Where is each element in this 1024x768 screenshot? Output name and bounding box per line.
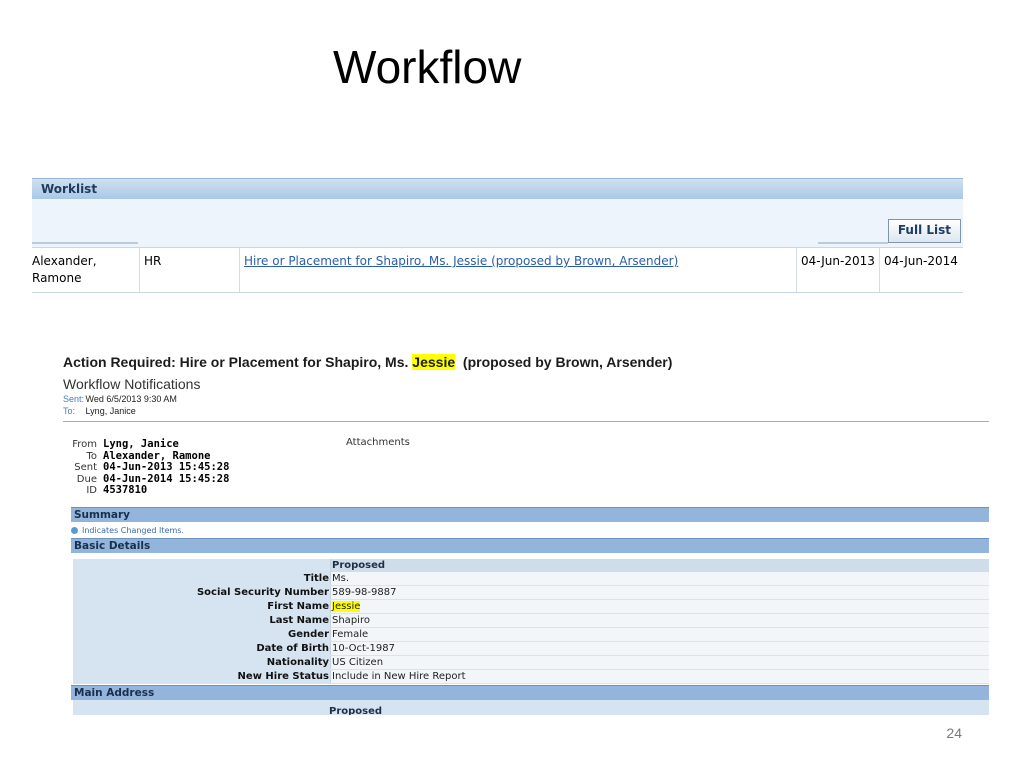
details-value-cell: US Citizen xyxy=(330,655,989,670)
sent-value: 04-Jun-2013 15:45:28 xyxy=(103,461,230,473)
from-value: Lyng, Janice xyxy=(103,438,179,450)
details-row: New Hire Status Include in New Hire Repo… xyxy=(73,669,989,684)
changed-items-note: Indicates Changed Items. xyxy=(71,522,989,538)
details-value-cell: Female xyxy=(330,627,989,642)
email-sent-line: Sent: Wed 6/5/2013 9:30 AM xyxy=(63,393,989,405)
main-address-proposed-header: Proposed xyxy=(329,706,383,715)
email-to-line: To: Lyng, Janice xyxy=(63,405,989,417)
details-label-cell: Date of Birth xyxy=(73,641,331,656)
full-list-button[interactable]: Full List xyxy=(887,219,961,243)
sent-label: Sent xyxy=(74,462,97,473)
id-value: 4537810 xyxy=(103,484,148,496)
details-row: First Name Jessie xyxy=(73,599,989,614)
details-row: Social Security Number 589-98-9887 xyxy=(73,585,989,600)
worklist-toolbar: Full List xyxy=(32,199,963,247)
worklist-type-cell: HR xyxy=(139,248,239,292)
slide-number: 24 xyxy=(946,725,962,741)
details-row: Date of Birth 10-Oct-1987 xyxy=(73,641,989,656)
basic-details-table: Proposed Title Ms. Social Security Numbe… xyxy=(73,559,989,684)
details-value-cell: 10-Oct-1987 xyxy=(330,641,989,656)
email-to-label: To: xyxy=(63,406,76,416)
email-sent-value: Wed 6/5/2013 9:30 AM xyxy=(85,394,177,404)
notification-panel: Action Required: Hire or Placement for S… xyxy=(63,352,989,715)
details-label-cell: Last Name xyxy=(73,613,331,628)
main-address-table: Proposed xyxy=(73,700,989,715)
from-label: From xyxy=(72,439,97,450)
to-label: To xyxy=(86,450,97,462)
details-label-cell: Title xyxy=(73,572,331,586)
due-label: Due xyxy=(76,473,97,485)
worklist-sent-cell: 04-Jun-2013 xyxy=(796,248,879,292)
notification-subtitle: Workflow Notifications xyxy=(63,376,201,392)
notification-header-fields: From Lyng, Janice To Alexander, Ramone Sen… xyxy=(63,437,989,515)
to-value: Alexander, Ramone xyxy=(103,449,211,462)
divider xyxy=(63,421,989,422)
notification-title: Action Required: Hire or Placement for S… xyxy=(63,352,989,372)
details-row: Gender Female xyxy=(73,627,989,642)
slide-title: Workflow xyxy=(333,41,522,93)
basic-details-section-header: Basic Details xyxy=(71,538,989,553)
worklist-subject-cell: Hire or Placement for Shapiro, Ms. Jessi… xyxy=(239,248,796,292)
notification-title-prefix: Action Required: Hire or Placement for S… xyxy=(63,354,409,370)
info-dot-icon xyxy=(71,527,78,534)
id-label: ID xyxy=(86,485,97,496)
details-label-cell: Nationality xyxy=(73,655,331,670)
notification-title-highlight: Jessie xyxy=(412,354,456,370)
email-to-value: Lyng, Janice xyxy=(85,406,136,416)
column-marker xyxy=(818,242,888,244)
worklist-due-cell: 04-Jun-2014 xyxy=(879,248,963,292)
attachments-label: Attachments xyxy=(346,437,410,448)
worklist-panel: Worklist Full List Alexander, Ramone HR … xyxy=(32,178,963,293)
worklist-from-cell: Alexander, Ramone xyxy=(32,254,97,285)
sent-field: Sent 04-Jun-2013 15:45:28 xyxy=(63,461,989,474)
id-field: ID 4537810 xyxy=(63,484,989,497)
details-label-cell xyxy=(73,559,331,572)
details-row: Last Name Shapiro xyxy=(73,613,989,628)
worklist-header: Worklist xyxy=(32,178,963,199)
changed-value-highlight: Jessie xyxy=(332,601,361,612)
main-address-section-header: Main Address xyxy=(71,685,989,700)
details-value-cell: Include in New Hire Report xyxy=(330,669,989,684)
details-header-row: Proposed xyxy=(73,559,989,572)
column-marker xyxy=(32,242,138,244)
due-field: Due 04-Jun-2014 15:45:28 xyxy=(63,472,989,486)
notification-title-suffix: (proposed by Brown, Arsender) xyxy=(462,354,673,370)
changed-items-text: Indicates Changed Items. xyxy=(82,526,184,535)
details-value-cell: Ms. xyxy=(330,572,989,586)
details-label-cell: Social Security Number xyxy=(73,585,331,600)
worklist-subject-link[interactable]: Hire or Placement for Shapiro, Ms. Jessi… xyxy=(244,254,678,268)
details-row: Title Ms. xyxy=(73,572,989,586)
worklist-row[interactable]: Alexander, Ramone HR Hire or Placement f… xyxy=(32,247,963,293)
details-row: Nationality US Citizen xyxy=(73,655,989,670)
details-value-cell: Jessie xyxy=(330,599,989,614)
details-label-cell: First Name xyxy=(73,599,331,614)
details-label-cell: New Hire Status xyxy=(73,669,331,684)
details-value-cell: 589-98-9887 xyxy=(330,585,989,600)
details-value-cell: Shapiro xyxy=(330,613,989,628)
proposed-header: Proposed xyxy=(330,559,989,572)
from-field: From Lyng, Janice xyxy=(63,438,989,451)
details-label-cell: Gender xyxy=(73,627,331,642)
due-value: 04-Jun-2014 15:45:28 xyxy=(103,472,230,485)
email-sent-label: Sent: xyxy=(63,394,85,404)
